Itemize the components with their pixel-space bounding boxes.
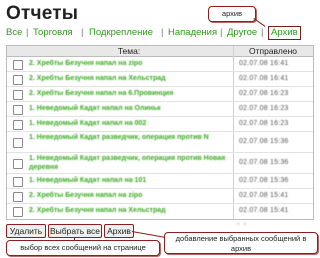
tab-all[interactable]: Все [6, 27, 22, 39]
table-row: 2. Хребты Безучня напал на 6.Провинция 0… [7, 87, 313, 102]
row-checkbox[interactable] [13, 159, 23, 169]
report-link[interactable]: 1. Неведомый Кадат напал на 101 [29, 176, 229, 185]
row-checkbox[interactable] [13, 120, 23, 130]
report-link[interactable]: 1. Неведомый Кадат напал на 002 [29, 119, 229, 128]
tab-separator: | [81, 27, 84, 38]
table-row: 1. Неведомый Кадат разведчик, операция п… [7, 153, 313, 174]
table-row: 2. Хребты Безучня напал на Хельстрад 02.… [7, 72, 313, 87]
tab-archive[interactable]: Архив [268, 26, 301, 40]
report-link[interactable]: 1. Неведомый Кадат разведчик, операция п… [29, 133, 229, 142]
tab-separator: | [220, 27, 223, 38]
tab-separator: | [161, 27, 164, 38]
report-link[interactable]: 1. Неведомый Кадат разведчик, операция п… [29, 154, 229, 172]
row-checkbox[interactable] [13, 207, 23, 217]
category-tabs: Все | Торговля | Подкрепление | Нападени… [6, 26, 316, 41]
row-checkbox[interactable] [13, 105, 23, 115]
callout-arrow [74, 237, 75, 241]
delete-button[interactable]: Удалить [6, 224, 46, 238]
report-date: 02.07.08 15:41 [239, 207, 289, 214]
row-checkbox[interactable] [13, 90, 23, 100]
table-row: 2. Хребты Безучня напал на zipo 02.07.08… [7, 57, 313, 72]
report-link[interactable]: 2. Хребты Безучня напал на Хельстрад [29, 74, 229, 83]
report-date: 02.07.08 15:36 [239, 159, 289, 166]
report-link[interactable]: 2. Хребты Безучня напал на 6.Провинция [29, 89, 229, 98]
report-date: 02.07.08 16:41 [239, 60, 289, 67]
row-checkbox[interactable] [13, 192, 23, 202]
select-all-button[interactable]: Выбрать все [48, 224, 102, 238]
tab-reinforcement[interactable]: Подкрепление [89, 27, 153, 39]
callout-arrow [253, 18, 266, 27]
table-row: 1. Неведомый Кадат разведчик, операция п… [7, 132, 313, 153]
column-header-date: Отправлено [249, 46, 297, 56]
select-all-callout: выбор всех сообщений на странице [6, 240, 160, 256]
table-row: 2. Хребты Безучня напал на Хельстрад 02.… [7, 204, 313, 218]
row-checkbox[interactable] [13, 138, 23, 148]
report-date: 02.07.08 16:41 [239, 75, 289, 82]
column-header-topic: Тема: [117, 46, 141, 56]
report-link[interactable]: 2. Хребты Безучня напал на zipo [29, 59, 229, 68]
tab-separator: | [26, 27, 29, 38]
row-checkbox[interactable] [13, 177, 23, 187]
report-date: 02.07.08 15:41 [239, 192, 289, 199]
tab-attacks[interactable]: Нападения [168, 27, 217, 39]
report-link[interactable]: 2. Хребты Безучня напал на Хельстрад [29, 206, 229, 215]
report-date: 02.07.08 16:23 [239, 120, 289, 127]
row-checkbox[interactable] [13, 75, 23, 85]
add-archive-callout: добавление выбранных сообщений в архив [164, 232, 318, 254]
report-date: 02.07.08 16:23 [239, 105, 289, 112]
reports-table: Тема: Отправлено 2. Хребты Безучня напал… [6, 45, 314, 220]
table-row: 1. Неведомый Кадат напал на Олиньк 02.07… [7, 102, 313, 117]
report-link[interactable]: 1. Неведомый Кадат напал на Олиньк [29, 104, 229, 113]
table-row: 2. Хребты Безучня напал на zipo 02.07.08… [7, 189, 313, 204]
table-row: 1. Неведомый Кадат напал на 101 02.07.08… [7, 174, 313, 189]
report-date: 02.07.08 15:36 [239, 138, 289, 145]
table-row: 1. Неведомый Кадат напал на 002 02.07.08… [7, 117, 313, 132]
row-checkbox[interactable] [13, 60, 23, 70]
pagination[interactable]: « » [236, 220, 247, 228]
report-date: 02.07.08 15:36 [239, 177, 289, 184]
archive-button[interactable]: Архив [104, 224, 134, 238]
report-date: 02.07.08 16:23 [239, 90, 289, 97]
callout-arrow [131, 231, 165, 238]
archive-tab-callout: архив [208, 6, 256, 22]
tab-trade[interactable]: Торговля [33, 27, 73, 39]
tab-separator: | [261, 27, 264, 38]
tab-other[interactable]: Другое [227, 27, 257, 39]
page-title: Отчеты [6, 3, 79, 24]
report-link[interactable]: 2. Хребты Безучня напал на zipo [29, 191, 229, 200]
table-header: Тема: Отправлено [7, 46, 313, 57]
